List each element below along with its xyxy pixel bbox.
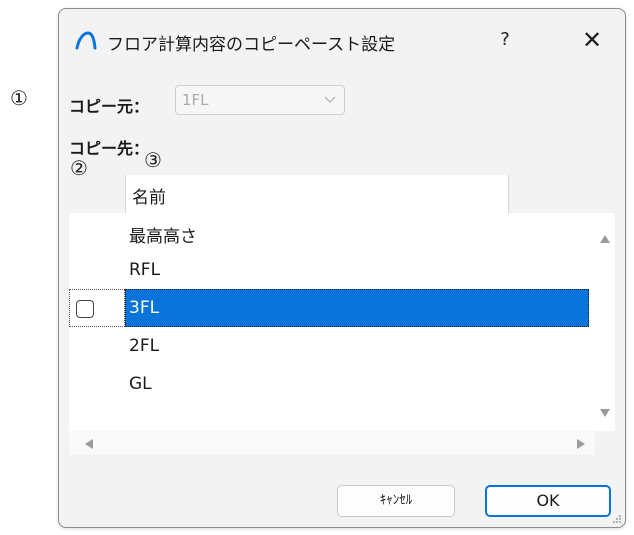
copy-paste-settings-dialog: フロア計算内容のコピーペースト設定 ? ✕ コピー元： 1FL コピー先： 名前… (58, 8, 626, 528)
column-header-name[interactable]: 名前 (125, 175, 509, 213)
table-row-selected[interactable]: 3FL (69, 289, 595, 327)
scroll-up-arrow-icon[interactable] (600, 235, 610, 243)
selected-cell-highlight (125, 289, 589, 327)
row-name: GL (129, 374, 152, 394)
scroll-down-arrow-icon[interactable] (600, 409, 610, 417)
table-row[interactable]: 2FL (69, 327, 595, 365)
table-row[interactable]: GL (69, 365, 595, 403)
chevron-down-icon (324, 96, 336, 103)
title-bar: フロア計算内容のコピーペースト設定 ? ✕ (59, 9, 625, 67)
floor-list-table: 名前 最高高さ RFL 3FL 2FL GL (69, 161, 615, 455)
callout-3: ③ (144, 148, 162, 172)
copy-source-value: 1FL (182, 91, 209, 109)
row-name: 最高高さ (129, 227, 197, 247)
close-button[interactable]: ✕ (567, 23, 617, 57)
column-header-label: 名前 (132, 188, 166, 208)
copy-source-label: コピー元： (69, 97, 150, 116)
scroll-right-arrow-icon[interactable] (577, 439, 585, 449)
copy-source-select[interactable]: 1FL (175, 85, 345, 115)
app-logo-icon (75, 31, 97, 50)
horizontal-scrollbar[interactable] (69, 431, 595, 455)
help-button[interactable]: ? (481, 23, 529, 57)
row-name: 3FL (129, 298, 160, 318)
callout-1: ① (10, 86, 28, 110)
scroll-left-arrow-icon[interactable] (85, 439, 93, 449)
ok-button[interactable]: OK (485, 485, 611, 517)
dialog-title: フロア計算内容のコピーペースト設定 (107, 35, 396, 55)
row-checkbox[interactable] (76, 300, 94, 318)
table-row[interactable]: 最高高さ (69, 213, 595, 251)
row-name: RFL (129, 260, 161, 280)
resize-grip-icon[interactable] (612, 514, 622, 524)
callout-2: ② (70, 156, 88, 180)
row-name: 2FL (129, 336, 160, 356)
table-row[interactable]: RFL (69, 251, 595, 289)
cancel-button[interactable]: ｷｬﾝｾﾙ (337, 485, 455, 517)
vertical-scrollbar[interactable] (595, 213, 615, 431)
table-rows: 最高高さ RFL 3FL 2FL GL (69, 213, 595, 431)
row-checkbox-cell[interactable] (69, 289, 125, 327)
